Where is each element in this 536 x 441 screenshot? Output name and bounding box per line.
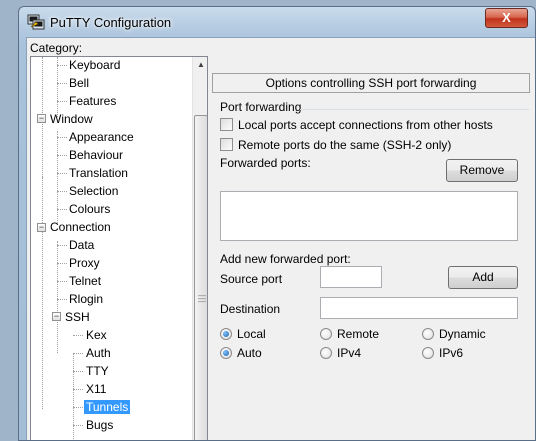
radio-button[interactable] <box>320 327 332 340</box>
tree-item-auth[interactable]: Auth <box>86 345 111 361</box>
radio-button[interactable] <box>422 327 434 340</box>
tree-guide-line <box>42 177 43 409</box>
tree-item-telnet[interactable]: Telnet <box>69 273 101 289</box>
add-button[interactable]: Add <box>448 266 518 289</box>
tree-item-bugs[interactable]: Bugs <box>86 417 113 433</box>
tree-scrollbar[interactable]: ▲ — — — <box>192 57 207 440</box>
destination-label: Destination <box>220 302 281 316</box>
grip-icon: — — — <box>198 291 206 306</box>
tree-item-window[interactable]: Window <box>50 111 93 127</box>
tree-item-kex[interactable]: Kex <box>86 327 107 343</box>
radio-button[interactable] <box>422 346 434 359</box>
source-port-label: Source port <box>220 272 283 286</box>
radio-ipv4[interactable]: IPv4 <box>320 345 361 362</box>
tree-item-behaviour[interactable]: Behaviour <box>69 147 123 163</box>
remove-button[interactable]: Remove <box>446 159 518 182</box>
close-icon: X <box>502 10 511 25</box>
radio-remote[interactable]: Remote <box>320 326 379 343</box>
tree-item-bell[interactable]: Bell <box>69 75 89 91</box>
category-label: Category: <box>30 41 83 55</box>
tree-item-keyboard[interactable]: Keyboard <box>69 57 120 73</box>
source-port-input[interactable] <box>320 266 382 288</box>
collapse-icon[interactable]: − <box>52 312 61 321</box>
tree-item-selection[interactable]: Selection <box>69 183 118 199</box>
tree-item-tunnels[interactable]: Tunnels <box>84 399 131 415</box>
checkbox-box[interactable] <box>220 138 233 152</box>
putty-app-icon <box>27 14 45 30</box>
checkbox-box[interactable] <box>220 118 233 132</box>
tree-guide-line <box>73 353 74 440</box>
radio-button[interactable] <box>220 327 232 340</box>
local-ports-accept-checkbox[interactable]: Local ports accept connections from othe… <box>220 117 493 134</box>
close-button[interactable]: X <box>485 8 528 28</box>
forwarded-ports-label: Forwarded ports: <box>220 156 311 170</box>
tree-guide-line <box>57 241 58 353</box>
port-forwarding-group-label: Port forwarding <box>220 100 302 114</box>
panel-header: Options controlling SSH port forwarding <box>212 73 530 93</box>
collapse-icon[interactable]: − <box>37 114 46 123</box>
destination-input[interactable] <box>320 297 518 319</box>
tree-item-features[interactable]: Features <box>69 93 116 109</box>
tree-item-connection[interactable]: Connection <box>50 219 111 235</box>
radio-auto[interactable]: Auto <box>220 345 262 362</box>
title-bar[interactable]: PuTTY Configuration X <box>19 7 535 39</box>
remote-ports-same-checkbox[interactable]: Remote ports do the same (SSH-2 only) <box>220 137 451 154</box>
scroll-thumb[interactable]: — — — <box>194 115 207 440</box>
tree-item-data[interactable]: Data <box>69 237 94 253</box>
radio-dynamic[interactable]: Dynamic <box>422 326 486 343</box>
tree-item-colours[interactable]: Colours <box>69 201 110 217</box>
collapse-icon[interactable]: − <box>37 223 46 232</box>
radio-button[interactable] <box>220 346 232 359</box>
add-new-forwarded-port-label: Add new forwarded port: <box>220 252 351 266</box>
tree-guide-line <box>57 57 58 117</box>
tree-item-proxy[interactable]: Proxy <box>69 255 100 271</box>
putty-config-window: PuTTY Configuration X Category: Keyboard… <box>18 6 536 441</box>
window-title: PuTTY Configuration <box>50 15 172 30</box>
tree-item-appearance[interactable]: Appearance <box>69 129 134 145</box>
tree-item-tty[interactable]: TTY <box>86 363 109 379</box>
tree-item-x11[interactable]: X11 <box>86 381 106 397</box>
category-tree[interactable]: Keyboard Bell Features − Window Appearan… <box>30 56 208 440</box>
radio-button[interactable] <box>320 346 332 359</box>
tunnels-panel: Options controlling SSH port forwarding … <box>212 38 535 440</box>
group-divider <box>300 109 529 110</box>
forwarded-ports-list[interactable] <box>220 191 518 241</box>
tree-item-translation[interactable]: Translation <box>69 165 128 181</box>
dialog-client-area: Category: Keyboard Bell Features − Windo… <box>26 37 535 440</box>
scroll-up-icon[interactable]: ▲ <box>193 57 207 73</box>
tree-item-rlogin[interactable]: Rlogin <box>69 291 103 307</box>
radio-ipv6[interactable]: IPv6 <box>422 345 463 362</box>
tree-item-ssh[interactable]: SSH <box>65 309 90 325</box>
radio-local[interactable]: Local <box>220 326 266 343</box>
tree-guide-line <box>57 131 58 225</box>
